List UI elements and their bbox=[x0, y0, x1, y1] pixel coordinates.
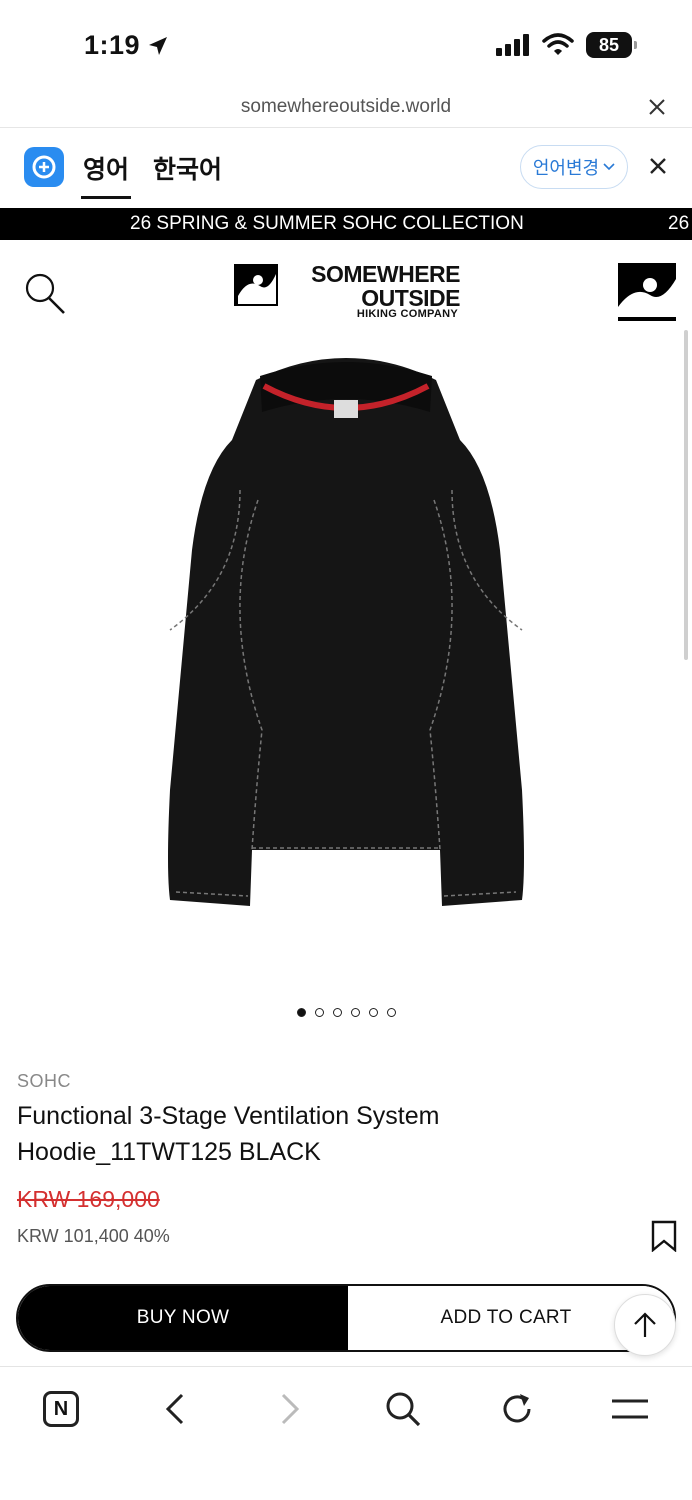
tab-english[interactable]: 영어 bbox=[80, 150, 132, 199]
announcement-text: 26 SPRING & SUMMER SOHC COLLECTION bbox=[130, 213, 524, 234]
pagination-dot[interactable] bbox=[386, 1008, 396, 1017]
original-price: KRW 169,000 bbox=[17, 1186, 160, 1212]
close-icon[interactable] bbox=[646, 96, 668, 118]
status-time-text: 1:19 bbox=[84, 30, 141, 60]
search-button[interactable] bbox=[381, 1387, 425, 1431]
url-text[interactable]: somewhereoutside.world bbox=[0, 96, 692, 118]
naver-icon: N bbox=[43, 1391, 79, 1427]
bookmark-icon[interactable] bbox=[650, 1220, 678, 1252]
brand-logo-line2: OUTSIDE bbox=[361, 285, 460, 311]
translate-bar: 영어 한국어 언어변경 bbox=[0, 128, 692, 208]
wifi-icon bbox=[542, 33, 574, 55]
papago-icon bbox=[24, 147, 64, 187]
announcement-bar[interactable]: 26 SPRING & SUMMER SOHC COLLECTION 26 bbox=[0, 208, 692, 240]
signal-icon bbox=[496, 34, 529, 56]
sale-price: KRW 101,400 40% bbox=[17, 1226, 170, 1246]
product-title: Functional 3-Stage Ventilation System Ho… bbox=[17, 1102, 440, 1166]
arrow-up-icon bbox=[634, 1312, 656, 1337]
back-button[interactable] bbox=[153, 1387, 197, 1431]
battery-level: 85 bbox=[598, 34, 620, 55]
brand-mark-icon bbox=[234, 264, 278, 306]
pagination-dot[interactable] bbox=[350, 1008, 360, 1017]
scroll-to-top-button[interactable] bbox=[614, 1294, 676, 1356]
forward-button[interactable] bbox=[268, 1387, 312, 1431]
menu-icon bbox=[612, 1399, 648, 1419]
change-language-label: 언어변경 bbox=[532, 158, 600, 178]
product-brand[interactable]: SOHC bbox=[17, 1071, 71, 1092]
search-icon[interactable] bbox=[22, 270, 68, 316]
pagination-dot[interactable] bbox=[314, 1008, 324, 1017]
pagination-dot[interactable] bbox=[368, 1008, 378, 1017]
announcement-text-repeat: 26 bbox=[668, 213, 690, 234]
reload-icon bbox=[503, 1394, 531, 1423]
naver-home-button[interactable]: N bbox=[39, 1387, 83, 1431]
forward-icon bbox=[281, 1393, 300, 1425]
brand-logo[interactable]: SOMEWHERE OUTSIDE HIKING COMPANY bbox=[234, 262, 460, 324]
brand-mark-icon[interactable] bbox=[618, 263, 676, 321]
status-bar: 1:19 85 bbox=[0, 0, 692, 90]
brand-logo-subtitle: HIKING COMPANY bbox=[356, 308, 458, 320]
buy-now-button[interactable]: BUY NOW bbox=[18, 1286, 348, 1350]
pagination-dot[interactable] bbox=[296, 1008, 306, 1017]
status-indicators: 85 bbox=[496, 32, 637, 58]
brand-logo-text: SOMEWHERE OUTSIDE bbox=[311, 262, 460, 310]
image-pagination bbox=[0, 1008, 692, 1017]
pagination-dot[interactable] bbox=[332, 1008, 342, 1017]
chevron-down-icon bbox=[603, 163, 615, 171]
battery-indicator: 85 bbox=[586, 32, 637, 58]
menu-button[interactable] bbox=[608, 1387, 652, 1431]
purchase-actions: BUY NOW ADD TO CART bbox=[16, 1284, 676, 1352]
search-icon bbox=[386, 1392, 421, 1427]
reload-button[interactable] bbox=[495, 1387, 539, 1431]
scrollbar[interactable] bbox=[684, 330, 688, 660]
status-time: 1:19 bbox=[84, 30, 170, 61]
tab-korean[interactable]: 한국어 bbox=[153, 150, 222, 186]
location-arrow-icon bbox=[149, 36, 168, 55]
change-language-button[interactable]: 언어변경 bbox=[520, 145, 628, 189]
brand-logo-line1: SOMEWHERE bbox=[311, 261, 460, 287]
close-icon[interactable] bbox=[648, 156, 668, 176]
browser-bottom-nav: N bbox=[0, 1366, 692, 1500]
browser-url-bar[interactable]: somewhereoutside.world bbox=[0, 90, 692, 128]
back-icon bbox=[165, 1393, 184, 1425]
product-image[interactable] bbox=[160, 350, 532, 912]
